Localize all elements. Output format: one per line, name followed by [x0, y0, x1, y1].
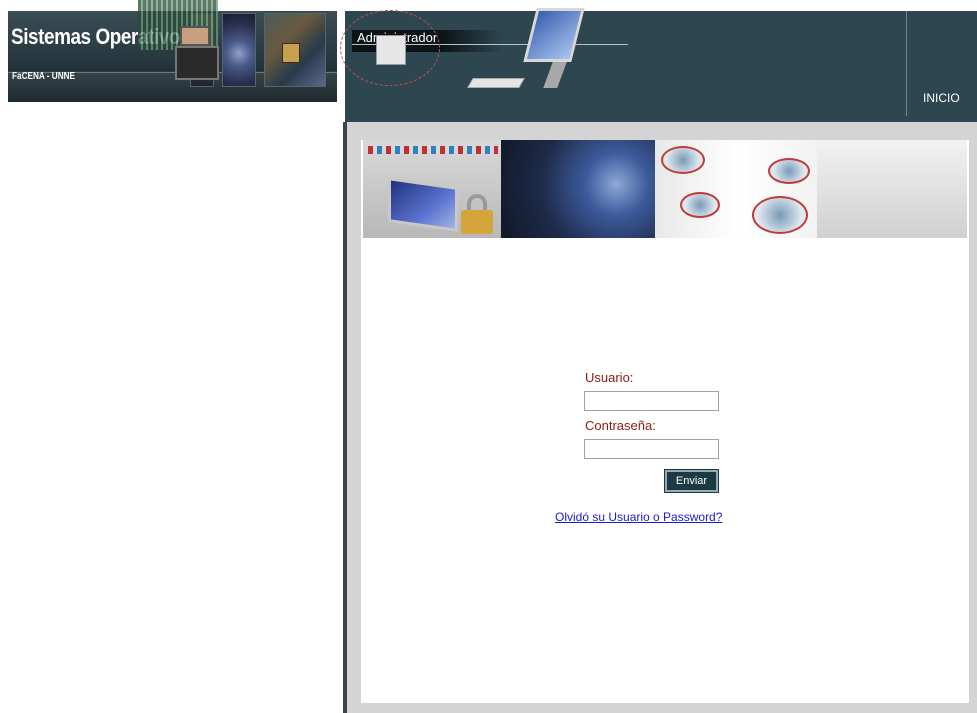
- username-input[interactable]: [584, 391, 719, 411]
- keyboard-icon: [467, 78, 525, 88]
- site-subtitle: FaCENA - UNNE: [12, 71, 76, 82]
- logo-image-2: [222, 13, 256, 87]
- toolbar-icons: [368, 146, 498, 154]
- padlock-icon: [461, 210, 493, 234]
- submit-button[interactable]: Enviar: [664, 469, 719, 493]
- banner-segment-computer: [817, 140, 967, 238]
- forgot-password-link[interactable]: Olvidó su Usuario o Password?: [555, 510, 722, 524]
- password-label: Contraseña:: [585, 418, 656, 433]
- banner-segment-security: [363, 140, 501, 238]
- header-divider: [906, 11, 907, 116]
- network-node-icon: [768, 158, 810, 184]
- nav-link-inicio[interactable]: INICIO: [923, 91, 960, 105]
- network-node-icon: [752, 196, 808, 234]
- banner-segment-globe: [501, 140, 655, 238]
- header-bar: [345, 11, 977, 122]
- monitor-icon: [388, 177, 458, 232]
- username-label: Usuario:: [585, 370, 634, 385]
- logo-image-detail: [282, 43, 300, 63]
- network-node-icon: [661, 146, 705, 174]
- server-icon: [376, 35, 406, 65]
- password-input[interactable]: [584, 439, 719, 459]
- network-node-icon: [680, 192, 720, 218]
- banner-device-screen: [180, 26, 210, 46]
- banner-device: [175, 46, 219, 80]
